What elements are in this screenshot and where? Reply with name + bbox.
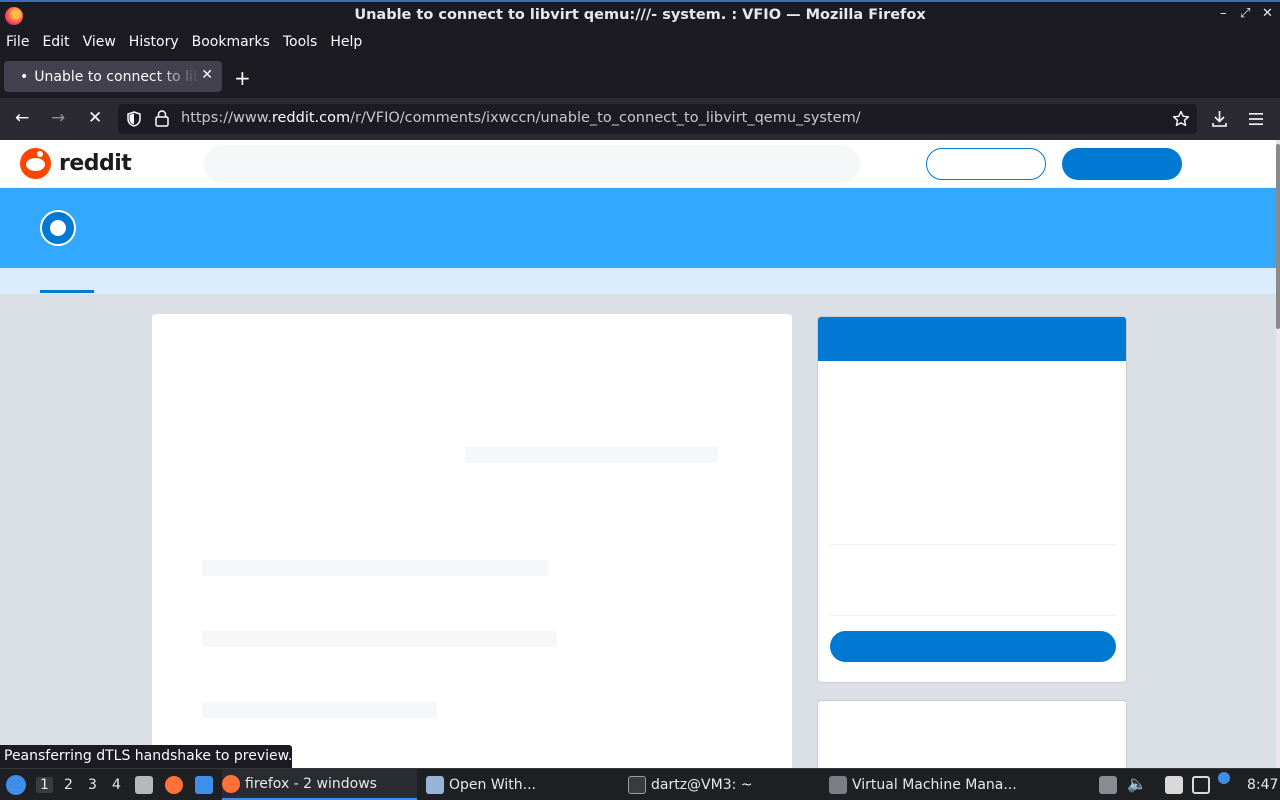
menu-tools[interactable]: Tools: [283, 34, 318, 50]
stop-button[interactable]: ✕: [88, 108, 102, 128]
task-label: firefox - 2 windows: [245, 775, 377, 792]
workspace-4[interactable]: 4: [112, 777, 121, 793]
scrollbar-thumb[interactable]: [1276, 144, 1280, 329]
url-text[interactable]: https://www.reddit.com/r/VFIO/comments/i…: [181, 110, 861, 126]
workspace-2[interactable]: 2: [64, 777, 73, 793]
back-button[interactable]: ←: [15, 108, 29, 128]
menu-edit[interactable]: Edit: [42, 34, 69, 50]
reddit-logo-icon[interactable]: [20, 148, 51, 179]
reddit-wordmark[interactable]: reddit: [59, 151, 132, 176]
new-tab-button[interactable]: +: [234, 66, 251, 90]
sidebar-card-skeleton-2: [817, 700, 1127, 768]
reddit-header: reddit: [0, 140, 1276, 188]
tray-notes-icon[interactable]: [1165, 776, 1183, 794]
minimize-button[interactable]: –: [1220, 6, 1227, 21]
url-path: /r/VFIO/comments/ixwccn/unable_to_connec…: [350, 110, 861, 126]
bookmark-star-icon[interactable]: [1172, 110, 1190, 128]
notification-icon[interactable]: [1218, 772, 1230, 784]
task-firefox[interactable]: firefox - 2 windows: [222, 769, 417, 800]
downloads-icon[interactable]: [1211, 110, 1228, 128]
subreddit-leaf-icon: [50, 220, 66, 236]
close-window-button[interactable]: ✕: [1262, 6, 1273, 21]
firefox-launcher-icon[interactable]: [165, 776, 183, 794]
window-titlebar: Unable to connect to libvirt qemu:///- s…: [0, 0, 1280, 30]
workspace-1[interactable]: 1: [36, 777, 53, 793]
menu-bar: File Edit View History Bookmarks Tools H…: [0, 30, 1280, 54]
join-button-placeholder[interactable]: [830, 631, 1116, 662]
menu-help[interactable]: Help: [330, 34, 362, 50]
sidebar-card-header: [818, 317, 1126, 361]
url-prefix: https://www.: [181, 110, 272, 126]
menu-file[interactable]: File: [6, 34, 29, 50]
url-host: reddit.com: [271, 110, 351, 126]
subreddit-nav-active-indicator: [40, 290, 94, 293]
skeleton-line: [202, 631, 557, 647]
app-menu-icon[interactable]: [1249, 112, 1263, 126]
forward-button[interactable]: →: [51, 108, 65, 128]
start-menu-icon[interactable]: [6, 775, 26, 795]
virt-manager-task-icon: [829, 775, 847, 794]
workspace-3[interactable]: 3: [88, 777, 97, 793]
post-card-skeleton: [152, 314, 792, 768]
tab-title: Unable to connect to libvirt: [34, 68, 200, 85]
window-title: Unable to connect to libvirt qemu:///- s…: [354, 7, 926, 23]
subreddit-nav: [0, 268, 1276, 294]
reddit-search-placeholder[interactable]: [204, 145, 860, 183]
menu-history[interactable]: History: [129, 34, 179, 50]
volume-icon[interactable]: 🔈: [1127, 774, 1147, 793]
firefox-task-icon: [222, 774, 240, 793]
page-viewport[interactable]: reddit: [0, 140, 1276, 768]
file-manager-launcher-icon[interactable]: [135, 776, 153, 794]
page-scrollbar[interactable]: [1276, 140, 1280, 768]
lock-icon[interactable]: [155, 110, 169, 127]
task-label: Open With...: [449, 776, 536, 793]
task-virt-manager[interactable]: Virtual Machine Mana...: [829, 769, 1029, 800]
subreddit-banner: [0, 188, 1276, 268]
maximize-button[interactable]: ⤢: [1240, 6, 1250, 21]
task-label: Virtual Machine Mana...: [852, 776, 1017, 793]
menu-view[interactable]: View: [83, 34, 116, 50]
skeleton-line: [465, 447, 718, 463]
tray-clipboard-icon[interactable]: [1099, 776, 1117, 794]
divider: [830, 544, 1116, 545]
taskbar: 1 2 3 4 firefox - 2 windows Open With...…: [0, 768, 1280, 800]
reddit-outline-button-placeholder[interactable]: [926, 148, 1046, 180]
sidebar-card-skeleton: [817, 316, 1127, 683]
clock[interactable]: 8:47: [1247, 777, 1278, 793]
task-terminal[interactable]: dartz@VM3: ~: [628, 769, 818, 800]
reddit-logo-antenna: [37, 151, 43, 157]
tracking-protection-icon[interactable]: [126, 111, 142, 127]
window-task-icon: [426, 775, 444, 794]
terminal-task-icon: [628, 775, 646, 794]
task-open-with[interactable]: Open With...: [426, 769, 616, 800]
show-desktop-icon[interactable]: [195, 776, 213, 794]
tab-strip: • Unable to connect to libvirt ✕: [0, 54, 1280, 98]
close-tab-button[interactable]: ✕: [201, 67, 213, 83]
loading-dot-icon: •: [20, 68, 29, 85]
task-label: dartz@VM3: ~: [651, 776, 753, 793]
menu-bookmarks[interactable]: Bookmarks: [192, 34, 270, 50]
divider: [830, 615, 1116, 616]
subreddit-icon[interactable]: [40, 210, 76, 246]
status-panel: Peansferring dTLS handshake to preview.r…: [0, 745, 292, 769]
skeleton-line: [202, 560, 548, 576]
reddit-logo-face: [26, 158, 45, 171]
reddit-filled-button-placeholder[interactable]: [1062, 148, 1182, 180]
skeleton-line: [202, 702, 437, 718]
tab-active[interactable]: • Unable to connect to libvirt ✕: [4, 61, 222, 92]
network-icon[interactable]: [1192, 776, 1210, 794]
